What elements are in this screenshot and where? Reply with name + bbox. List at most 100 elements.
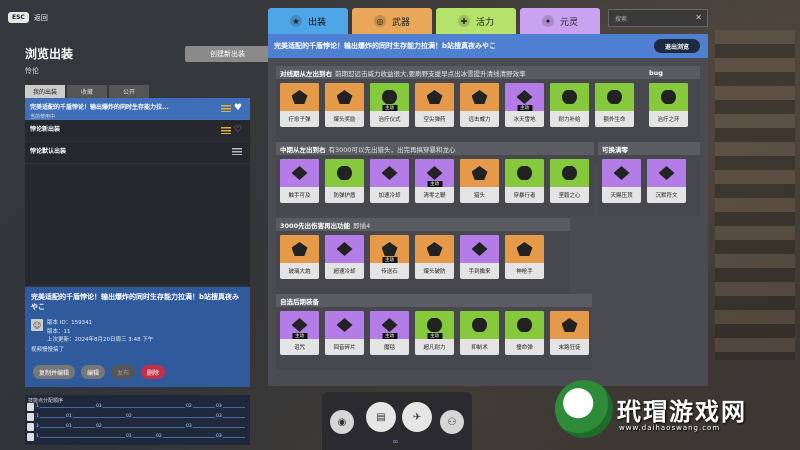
item-card[interactable]: 主动 治疗仪式	[370, 83, 409, 127]
item-icon	[381, 90, 398, 104]
item-name: 玻璃大炮	[288, 269, 311, 275]
section-header: 对线期从左出到右 前期怼远击威力收益很大,要刷野支援早点出冰雪提升清线清野效率	[276, 66, 646, 79]
item-card[interactable]: 疗愈子弹	[280, 83, 319, 127]
item-card[interactable]: 主动 魔毯	[370, 311, 409, 355]
ability-1-icon[interactable]: ◉	[330, 410, 354, 434]
skill-order-mark: 1	[35, 414, 40, 419]
item-name: 爆头奖励	[333, 117, 356, 123]
tab-favorites[interactable]: 收藏	[67, 85, 107, 98]
tab-my-builds[interactable]: 我的出装	[25, 85, 65, 98]
item-card[interactable]: 超速冷却	[325, 235, 364, 279]
item-card[interactable]: 猎头	[460, 159, 499, 203]
item-name: 末路狂徒	[558, 345, 581, 351]
item-card[interactable]: 爆头破防	[415, 235, 454, 279]
item-card[interactable]: 神枪手	[505, 235, 544, 279]
item-icon	[561, 166, 578, 180]
skill-order-mark: 03	[185, 424, 193, 429]
item-name: 坚毅之心	[558, 193, 581, 199]
build-list-item[interactable]: 悖论默认出装	[25, 142, 250, 164]
item-card[interactable]: 爆头奖励	[325, 83, 364, 127]
item-name: 手到擒来	[468, 269, 491, 275]
item-icon	[291, 318, 308, 332]
item-name: 爆头破防	[423, 269, 446, 275]
item-card[interactable]: 天赐压顶	[602, 159, 641, 203]
item-card[interactable]: 主动 超凡耐力	[415, 311, 454, 355]
watermark-url: www.daihaoswang.com	[619, 424, 721, 432]
item-card[interactable]: 抑制术	[460, 311, 499, 355]
item-card[interactable]: 空尖弹药	[415, 83, 454, 127]
tab-public[interactable]: 公开	[109, 85, 149, 98]
item-name: 神枪手	[516, 269, 533, 275]
item-card[interactable]: 穿暴行者	[505, 159, 544, 203]
ability-2-icon[interactable]: ▤	[366, 402, 396, 432]
skill-order-mark: 01	[125, 434, 133, 439]
item-card[interactable]: 末路狂徒	[550, 311, 589, 355]
skill-order-row: 1 01 02 03	[35, 414, 245, 420]
item-card[interactable]: 防弹护盾	[325, 159, 364, 203]
edit-button[interactable]: 编辑	[81, 365, 106, 379]
back-control[interactable]: ESC 返回	[8, 12, 48, 23]
last-updated: 上次更新：2024年8月20日周三 3:48 下午	[47, 337, 154, 343]
build-list-item[interactable]: 完美适配的千盾悖论！输出爆炸的同时生存能力拉... 当前使用中 ♥	[25, 98, 250, 120]
favorite-heart-icon[interactable]: ♥	[234, 104, 242, 113]
favorite-heart-icon[interactable]: ♡	[234, 126, 242, 135]
build-header: 完美适配的千盾悖论！输出爆炸的同时生存能力拉满！b站搜真夜みやこ 退出浏览	[268, 34, 708, 58]
item-image: 主动	[370, 235, 409, 263]
item-name: 超速冷却	[333, 269, 356, 275]
ability-3-icon[interactable]: ✈	[402, 402, 432, 432]
item-card[interactable]: 远击威力	[460, 83, 499, 127]
delete-button[interactable]: 删除	[141, 365, 166, 379]
item-card[interactable]: 加速冷却	[370, 159, 409, 203]
item-card[interactable]: 手到擒来	[460, 235, 499, 279]
item-image	[370, 159, 409, 187]
item-card[interactable]: 主动 传送石	[370, 235, 409, 279]
skill-order-mark: 01	[65, 414, 73, 419]
item-image	[280, 159, 319, 187]
item-card[interactable]: 触手可及	[280, 159, 319, 203]
build-list-item[interactable]: 悖论新出装 ♡	[25, 120, 250, 142]
section-note: 前期怼远击威力收益很大,要刷野支援早点出冰雪提升清线清野效率	[335, 69, 526, 78]
item-card[interactable]: 治疗之环	[649, 83, 688, 127]
exit-browse-button[interactable]: 退出浏览	[654, 39, 700, 53]
skill-point-order: 技能点分配顺序 1 01 02 03 1 01 02 03 1 01 02 03 1 01 02 03	[25, 395, 250, 445]
skill-order-title: 技能点分配顺序	[28, 398, 64, 404]
vitality-icon: ✚	[457, 15, 470, 27]
item-card[interactable]: 沉默符文	[647, 159, 686, 203]
copy-edit-button[interactable]: 复制并编辑	[33, 365, 76, 379]
item-card[interactable]: 耐力补给	[550, 83, 589, 127]
skill-order-mark: 1	[35, 404, 40, 409]
item-name: 清零之鞭	[423, 193, 446, 199]
item-icon	[291, 242, 308, 256]
item-name: 撞命弹	[516, 345, 533, 351]
item-icon	[606, 90, 623, 104]
item-image	[460, 235, 499, 263]
item-card[interactable]: 主动 清零之鞭	[415, 159, 454, 203]
item-card[interactable]: 主动 诅咒	[280, 311, 319, 355]
item-icon	[471, 242, 488, 256]
item-icon	[658, 166, 675, 180]
close-icon[interactable]: ✕	[695, 13, 702, 22]
skill-order-mark: 03	[215, 404, 223, 409]
ability-4-icon[interactable]: ⚇	[440, 410, 464, 434]
item-card[interactable]: 回音碎片	[325, 311, 364, 355]
search-input[interactable]: 搜索 ✕	[608, 9, 708, 27]
item-card[interactable]: 额外生命	[595, 83, 634, 127]
active-badge: 主动	[382, 333, 397, 339]
item-card[interactable]: 撞命弹	[505, 311, 544, 355]
tab-vitality[interactable]: ✚ 活力	[436, 8, 516, 34]
skill-order-row: 1 01 02 03	[35, 404, 245, 410]
item-card[interactable]: 主动 冰天雪地	[505, 83, 544, 127]
item-name: 天赐压顶	[610, 193, 633, 199]
item-card[interactable]: 玻璃大炮	[280, 235, 319, 279]
item-icon	[381, 166, 398, 180]
tab-spirit[interactable]: ✦ 元灵	[520, 8, 600, 34]
publish-button[interactable]: 发布	[111, 365, 136, 379]
ability-2-icon	[27, 413, 34, 421]
create-build-button[interactable]: 创建新出装	[185, 46, 270, 62]
item-icon	[336, 166, 353, 180]
tab-weapon[interactable]: ◎ 武器	[352, 8, 432, 34]
item-card[interactable]: 坚毅之心	[550, 159, 589, 203]
item-image	[325, 159, 364, 187]
item-name: 治疗之环	[657, 117, 680, 123]
tab-builds[interactable]: ★ 出装	[268, 8, 348, 34]
